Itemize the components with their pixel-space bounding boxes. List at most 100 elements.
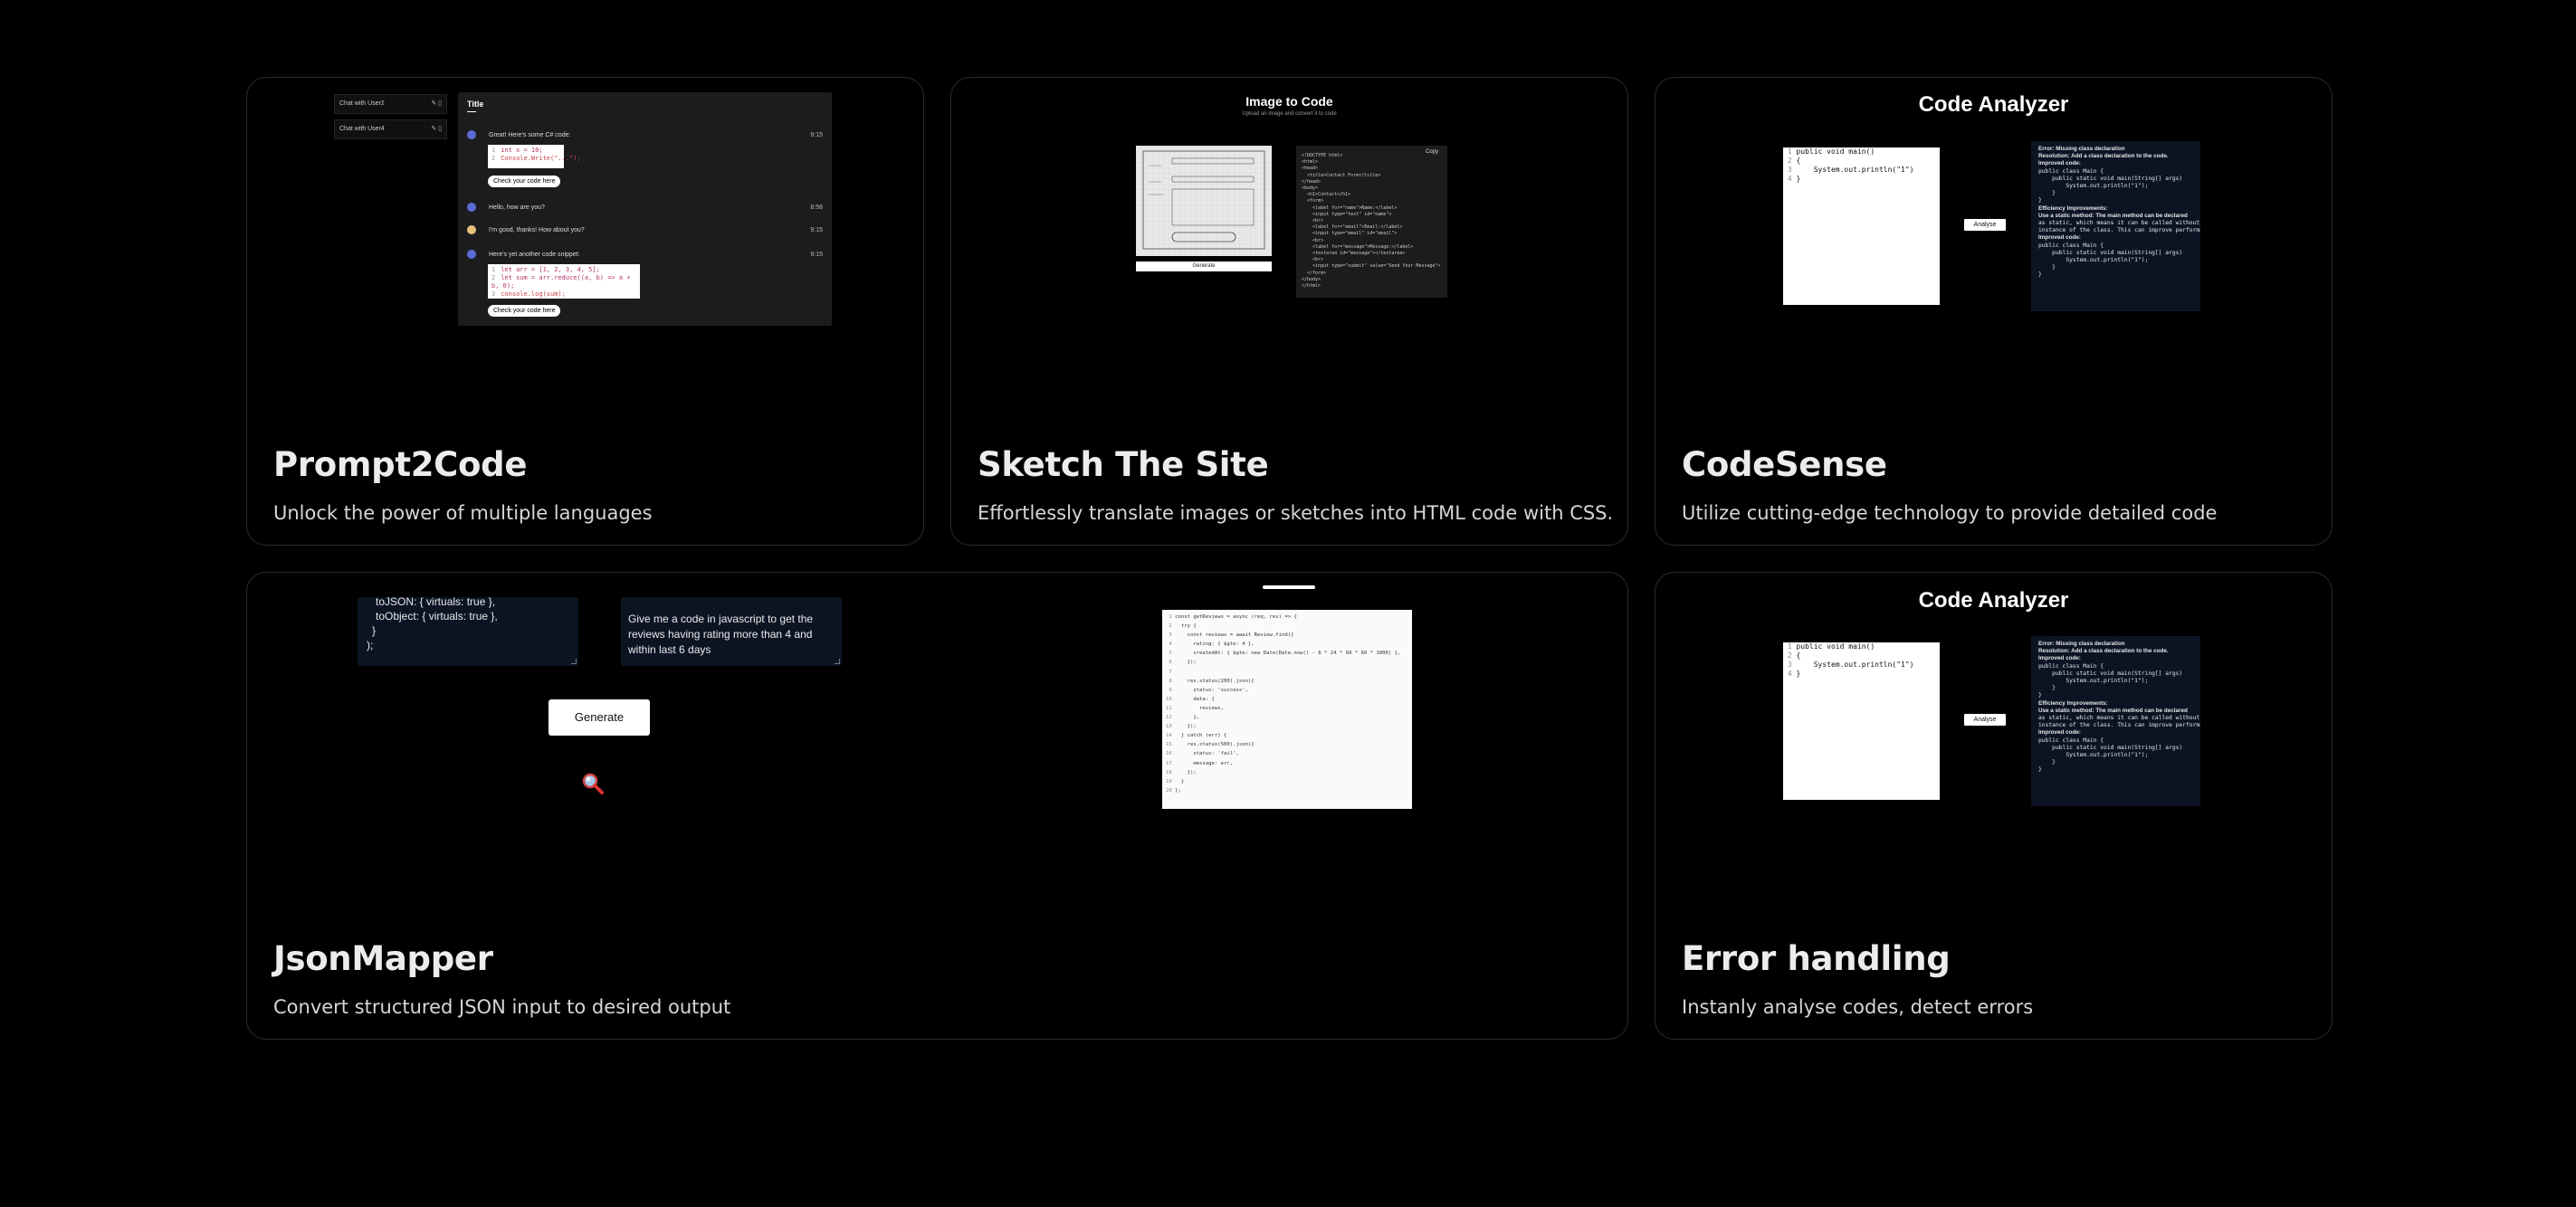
message-time: 9:15 <box>810 252 823 258</box>
code-editor[interactable]: 1 public void main() 2 { 3 System.out.pr… <box>1783 642 1940 800</box>
code-line: System.out.println("1"); <box>2038 257 2200 264</box>
chat-message: Hello, how are you? 8:58 <box>467 203 823 214</box>
check-code-button[interactable]: Check your code here <box>488 176 561 188</box>
card-error-handling[interactable]: Code Analyzer 1 public void main() 2 { 3… <box>1655 572 2333 1040</box>
code-text: public void main() <box>1796 147 1875 156</box>
code-line: as static, which means it can be called … <box>2038 715 2200 722</box>
code-line: <label for="message">Message:</label> <box>1302 244 1441 251</box>
code-text: public class Main { <box>2038 737 2104 744</box>
code-text: res.status(200).json({ <box>1175 678 1255 684</box>
code-line: 14 } catch (err) { <box>1166 731 1412 740</box>
code-text: Efficiency Improvements: <box>2038 204 2108 212</box>
card-title: Sketch The Site <box>978 445 1269 484</box>
code-text: } <box>2038 766 2042 774</box>
sidebar-chat-item[interactable]: Chat with User2 ✎ ▯ <box>334 94 447 114</box>
code-line: 5 createdAt: { $gte: new Date(Date.now()… <box>1166 649 1412 658</box>
analysis-result: Error: Missing class declaration Resoluti… <box>2031 636 2200 806</box>
code-line: Error: Missing class declaration <box>2038 641 2200 648</box>
check-code-button[interactable]: Check your code here <box>488 305 561 318</box>
analyse-button[interactable]: Analyse <box>1964 219 2006 231</box>
code-line: 2 { <box>1783 157 1940 166</box>
code-line: public static void main(String[] args) <box>2038 745 2200 752</box>
code-line: } <box>2038 271 2200 279</box>
card-description: Instanly analyse codes, detect errors <box>1682 996 2034 1018</box>
code-line: <textarea id="message"></textarea> <box>1302 251 1441 257</box>
line-number: 2 <box>1166 623 1176 630</box>
preview-heading: Image to Code <box>1245 94 1333 109</box>
code-text: <textarea id="message"></textarea> <box>1302 251 1406 257</box>
title-underline <box>467 111 476 112</box>
code-line: 2 { <box>1783 651 1940 661</box>
code-text: System.out.println("1") <box>1796 661 1914 669</box>
code-text: </form> <box>1302 270 1327 276</box>
code-line: 8 res.status(200).json({ <box>1166 677 1412 686</box>
code-output-panel: Copy <!DOCTYPE html> <html> <head> <title>… <box>1296 146 1447 298</box>
code-text: instance of the class. This can improve … <box>2038 227 2200 234</box>
avatar <box>467 130 476 139</box>
edit-icon[interactable]: ✎ ▯ <box>431 100 442 108</box>
wireframe-sketch <box>1136 146 1272 256</box>
analysis-result: Error: Missing class declaration Resoluti… <box>2031 141 2200 311</box>
preview-heading: Code Analyzer <box>1918 92 2069 117</box>
code-line: <input type="email" id="email"> <box>1302 231 1441 237</box>
code-text: Resolution: Add a class declaration to t… <box>2038 153 2169 160</box>
json-input-box[interactable]: toJSON: { virtuals: true }, toObject: { … <box>358 597 578 666</box>
card-prompt2code[interactable]: Chat with User2 ✎ ▯ Chat with User4 ✎ ▯ … <box>246 77 924 546</box>
code-line: } <box>2038 197 2200 204</box>
code-line: Improved code: <box>2038 160 2200 167</box>
preview-subheading: Upload an image and convert it to code <box>1242 111 1337 117</box>
code-line: 18 }); <box>1166 768 1412 777</box>
magnifier-icon <box>581 772 605 800</box>
code-line: </form> <box>1302 271 1441 277</box>
code-line: Console.Write("..."); <box>501 155 581 163</box>
code-text: message: err, <box>1175 760 1234 766</box>
code-line: public class Main { <box>2038 737 2200 745</box>
card-jsonmapper[interactable]: toJSON: { virtuals: true }, toObject: { … <box>246 572 1628 1040</box>
line-number: 19 <box>1166 778 1176 784</box>
code-text: }); <box>1175 769 1197 775</box>
code-text: <label for="name">Name:</label> <box>1302 204 1398 211</box>
code-line: <br> <box>1302 257 1441 263</box>
code-text: </head> <box>1302 178 1321 185</box>
analyse-button[interactable]: Analyse <box>1964 714 2006 726</box>
sidebar-chat-item[interactable]: Chat with User4 ✎ ▯ <box>334 119 447 139</box>
code-line: <form> <box>1302 198 1441 204</box>
code-line: 13 }); <box>1166 722 1412 731</box>
generate-button[interactable]: Generate <box>549 699 650 736</box>
message-text: I'm good, thanks! How about you? <box>489 227 585 233</box>
code-line: 1 public void main() <box>1783 642 1940 651</box>
code-text: Resolution: Add a class declaration to t… <box>2038 648 2169 655</box>
code-line: <body> <box>1302 185 1441 192</box>
code-line: 15 res.status(500).json({ <box>1166 740 1412 749</box>
code-text: Use a static method: The main method can… <box>2038 707 2188 714</box>
card-description: Utilize cutting-edge technology to provi… <box>1682 502 2218 524</box>
code-text: System.out.println("1"); <box>2038 678 2149 685</box>
code-line: 3 const reviews = await Review.find({ <box>1166 631 1412 640</box>
code-text: status: 'success', <box>1175 687 1248 693</box>
resize-handle-icon[interactable] <box>835 659 840 664</box>
code-text: const getReviews = async (req, res) => { <box>1175 614 1297 620</box>
edit-icon[interactable]: ✎ ▯ <box>431 125 442 133</box>
line-number: 8 <box>1166 678 1176 684</box>
code-editor[interactable]: 1 public void main() 2 { 3 System.out.pr… <box>1783 147 1940 305</box>
code-text: </body> <box>1302 276 1321 282</box>
code-snippet: 1 int x = 10; 2 Console.Write("..."); <box>488 145 581 168</box>
line-number: 18 <box>1166 769 1176 775</box>
generate-button[interactable]: Generate <box>1136 261 1272 271</box>
resize-handle-icon[interactable] <box>571 659 577 664</box>
line-number: 10 <box>1166 696 1176 702</box>
card-codesense[interactable]: Code Analyzer 1 public void main() 2 { 3… <box>1655 77 2333 546</box>
card-sketch-the-site[interactable]: Image to Code Upload an image and conver… <box>950 77 1628 546</box>
prompt-input-box[interactable]: Give me a code in javascript to get the … <box>621 597 842 666</box>
code-text: <br> <box>1302 237 1324 243</box>
drag-handle[interactable] <box>1263 585 1315 589</box>
code-line: 11 reviews, <box>1166 704 1412 713</box>
card-title: Prompt2Code <box>273 445 528 484</box>
code-output: 1 const getReviews = async (req, res) =>… <box>1162 610 1412 809</box>
code-text: }; <box>1175 787 1181 794</box>
code-line: <h1>Contact</h1> <box>1302 192 1441 198</box>
code-line: public class Main { <box>2038 242 2200 250</box>
code-line: 19 } <box>1166 777 1412 786</box>
avatar <box>467 225 476 234</box>
code-text: as static, which means it can be called … <box>2038 220 2200 227</box>
